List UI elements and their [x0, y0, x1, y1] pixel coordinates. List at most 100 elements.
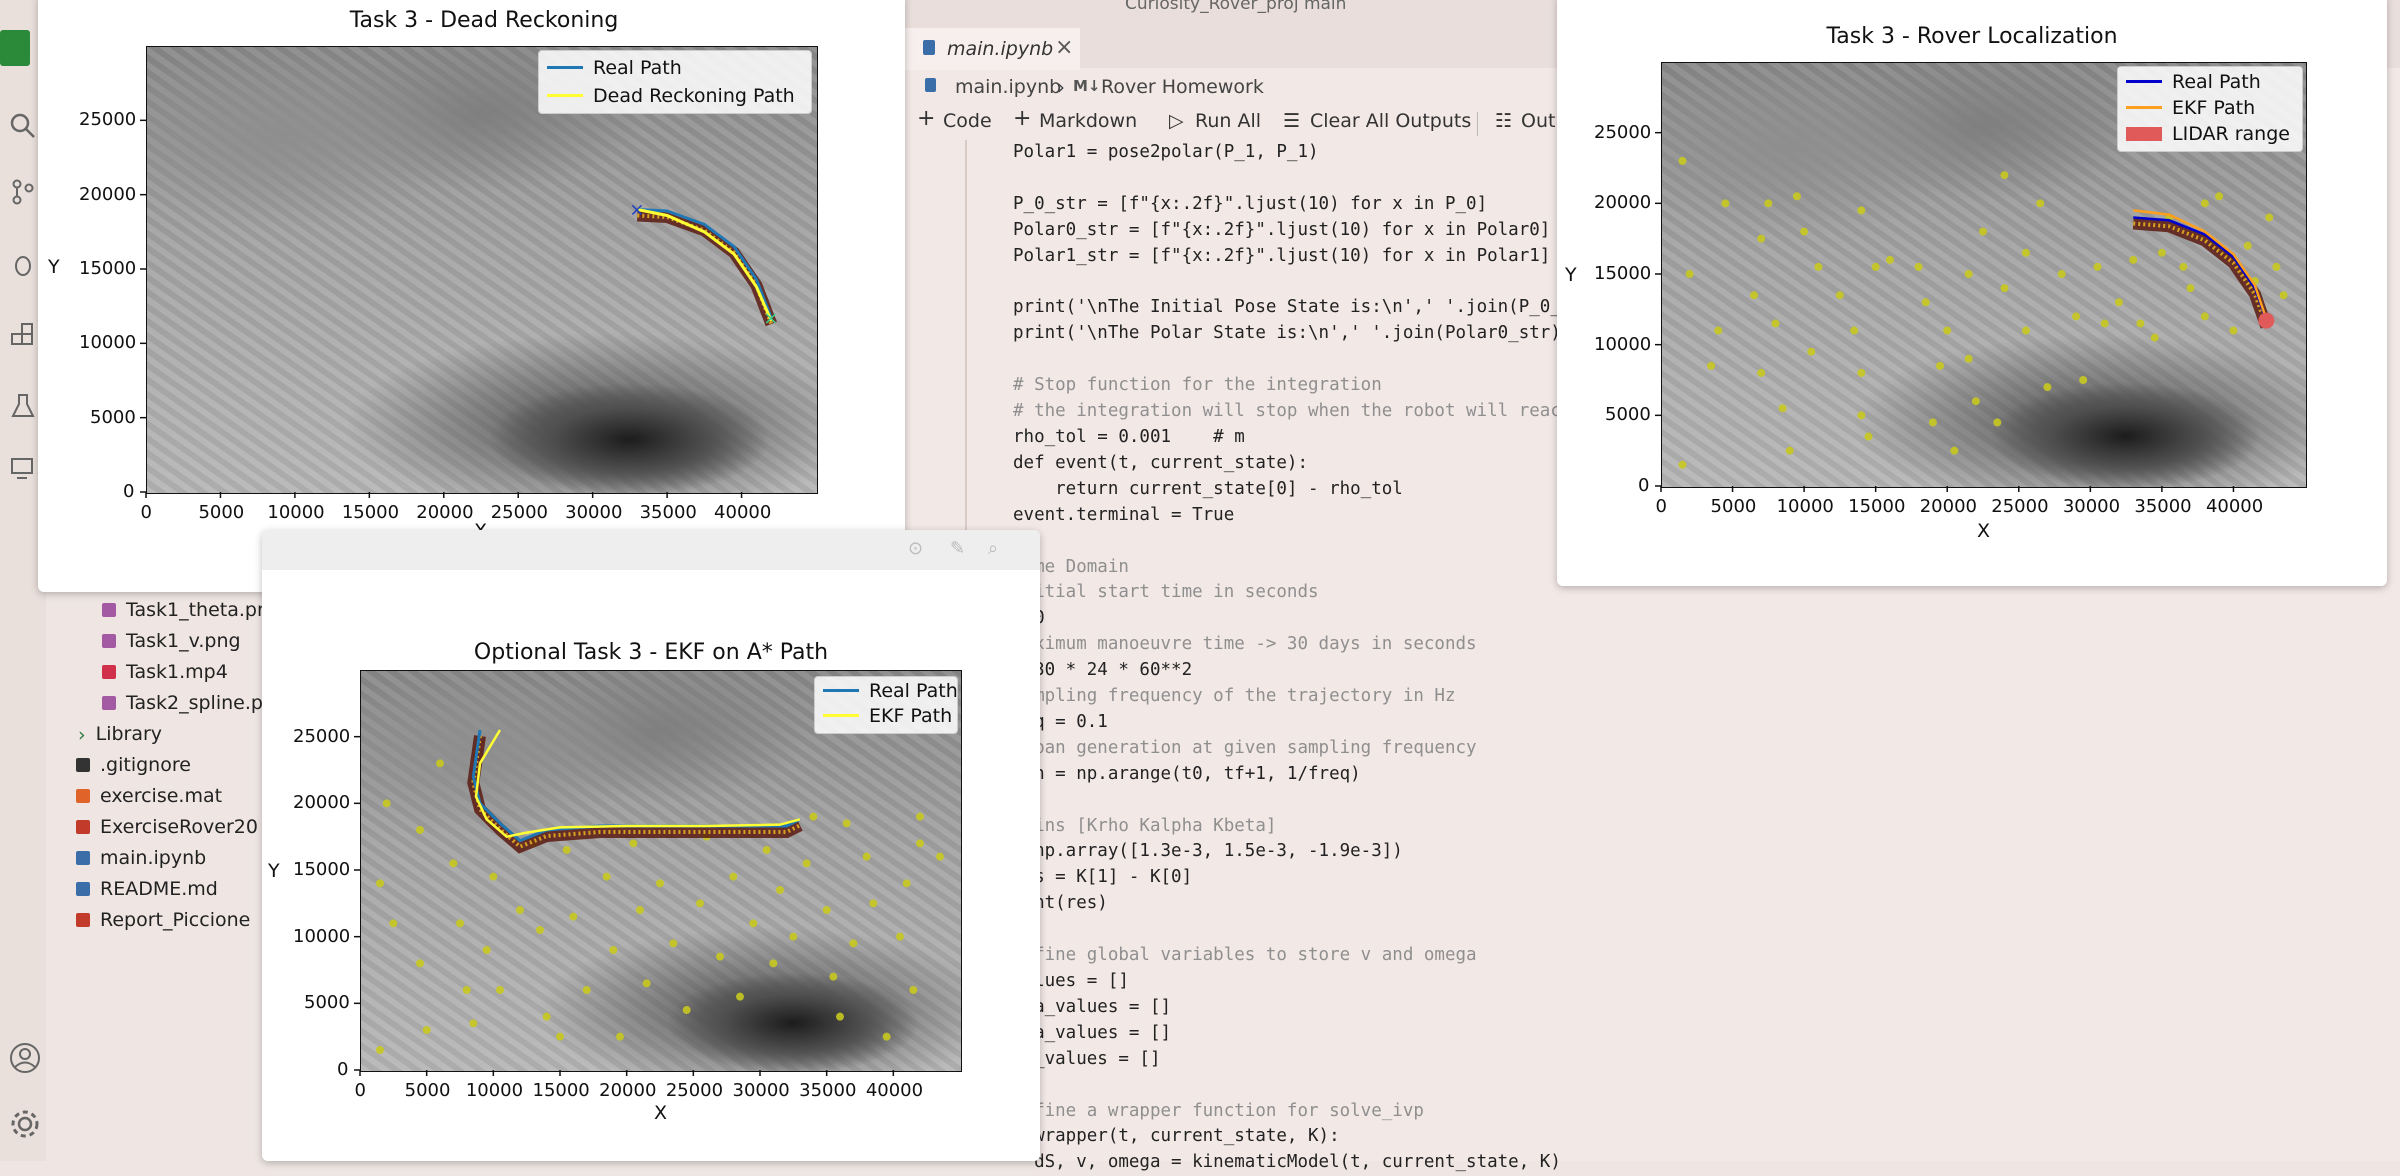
landmark-point — [2129, 255, 2138, 264]
y-tick-label: 15000 — [1594, 263, 1652, 284]
legend: Real Path Dead Reckoning Path — [538, 50, 812, 114]
plus-icon: + — [917, 106, 936, 131]
extensions-icon[interactable] — [9, 322, 37, 350]
landmark-point — [1800, 227, 1809, 236]
figure-ekf-astar: ⊙ ✎ ⌕ Optional Task 3 - EKF on A* Path R… — [262, 530, 1040, 1161]
landmark-point — [2200, 312, 2209, 321]
code-line: dS, v, omega = kinematicModel(t, current… — [1013, 1152, 1561, 1173]
legend-entry-lidar-range: LIDAR range — [2126, 123, 2290, 147]
estimated-path-line — [474, 729, 801, 839]
file-item[interactable]: exercise.mat — [76, 785, 222, 813]
landmark-point — [376, 1046, 384, 1054]
landmark-point — [769, 959, 778, 968]
landmark-point — [376, 879, 384, 888]
plus-icon: + — [1013, 106, 1032, 131]
debug-icon[interactable] — [9, 250, 37, 278]
file-item-label: main.ipynb — [100, 847, 207, 869]
code-cell[interactable]: Polar1 = pose2polar(P_1, P_1) P_0_str = … — [1013, 140, 1571, 1176]
code-line: res = K[1] - K[0] — [1013, 867, 1193, 888]
file-item-label: Task2_spline.p — [126, 692, 263, 714]
landmark-point — [2272, 262, 2281, 271]
landmark-point — [1835, 291, 1844, 300]
landmark-point — [749, 919, 758, 928]
file-item[interactable]: Task2_spline.p — [102, 692, 263, 720]
legend: Real Path EKF Path — [814, 676, 958, 734]
landmark-point — [1936, 361, 1945, 370]
source-control-icon[interactable] — [9, 178, 37, 206]
breadcrumb-section[interactable]: Rover Homework — [1101, 76, 1264, 98]
landmark-point — [776, 886, 784, 894]
image-icon — [102, 603, 116, 617]
start-marker: × — [629, 200, 644, 221]
landmark-point — [556, 1032, 564, 1041]
landmark-point — [842, 819, 851, 828]
landmark-point — [2036, 199, 2045, 208]
figure-rover-localization: Task 3 - Rover Localization Real Path EK… — [1557, 0, 2387, 586]
account-icon[interactable] — [9, 1042, 40, 1073]
legend-entry-real-path: Real Path — [547, 57, 682, 81]
file-item[interactable]: Task1.mp4 — [102, 661, 228, 689]
legend-entry-real-path: Real Path — [823, 680, 958, 704]
landmark-point — [1750, 291, 1759, 300]
file-item[interactable]: Task1_theta.png — [102, 599, 281, 627]
code-line: Define a wrapper function for solve_ivp — [1013, 1100, 1424, 1121]
landmark-point — [2215, 192, 2224, 201]
landmark-point — [2093, 262, 2102, 271]
landmark-point — [2186, 284, 2195, 293]
close-icon[interactable]: × — [1055, 35, 1073, 60]
covariance-band — [467, 735, 803, 854]
add-code-button[interactable]: Code — [943, 110, 992, 132]
testing-icon[interactable] — [9, 392, 37, 420]
code-line: print('\nThe Polar State is:\n',' '.join… — [1013, 323, 1561, 344]
x-tick-label: 40000 — [714, 502, 772, 523]
explorer-icon[interactable] — [0, 30, 30, 66]
window-title: Curiosity_Rover_proj main — [1125, 0, 1347, 14]
x-tick-label: 0 — [140, 502, 152, 523]
tab-main-ipynb[interactable]: main.ipynb × — [905, 28, 1080, 70]
file-item[interactable]: main.ipynb — [76, 847, 206, 875]
chevron-right-icon: › — [1057, 75, 1065, 99]
run-all-button[interactable]: Run All — [1195, 110, 1261, 132]
git-icon — [76, 758, 90, 772]
file-item[interactable]: › Library — [78, 723, 162, 751]
x-tick-label: 25000 — [1991, 496, 2049, 517]
code-line: pha_values = [] — [1013, 1022, 1172, 1043]
landmark-point — [1871, 262, 1880, 271]
landmark-point — [1721, 199, 1730, 208]
settings-gear-icon[interactable] — [9, 1108, 39, 1138]
landmark-point — [1814, 262, 1823, 271]
file-item[interactable]: Task1_v.png — [102, 630, 241, 658]
file-item-label: Task1_theta.png — [126, 599, 282, 621]
outline-button[interactable]: Outl — [1521, 110, 1561, 132]
x-tick-label: 30000 — [2062, 496, 2121, 517]
landmark-point — [2021, 248, 2030, 257]
code-line: he_values = [] — [1013, 1048, 1161, 1069]
landmark-point — [2179, 262, 2188, 271]
legend-entry-ekf-path: EKF Path — [2126, 97, 2255, 121]
landmark-point — [1943, 326, 1952, 335]
y-tick-label: 25000 — [1594, 121, 1652, 143]
landmark-point — [1857, 206, 1866, 215]
landmark-point — [1971, 397, 1980, 406]
file-item[interactable]: ExerciseRover20 — [76, 816, 258, 844]
code-line: print('\nThe Initial Pose State is:\n','… — [1013, 297, 1572, 318]
remote-explorer-icon[interactable] — [9, 455, 37, 483]
file-item[interactable]: README.md — [76, 878, 218, 906]
legend-label: Real Path — [2172, 71, 2261, 93]
landmark-point — [2136, 319, 2145, 328]
clear-outputs-button[interactable]: Clear All Outputs — [1310, 110, 1471, 132]
code-line: = np.array([1.3e-3, 1.5e-3, -1.9e-3]) — [1013, 841, 1403, 862]
video-icon — [102, 665, 116, 679]
plot-svg — [354, 729, 944, 1076]
file-item[interactable]: .gitignore — [76, 754, 191, 782]
landmark-point — [809, 812, 818, 821]
search-icon[interactable] — [9, 112, 37, 140]
breadcrumb-file[interactable]: main.ipynb — [955, 76, 1061, 98]
landmark-point — [1964, 270, 1973, 278]
add-markdown-button[interactable]: Markdown — [1039, 110, 1137, 132]
code-line: Gains [Krho Kalpha Kbeta] — [1013, 815, 1277, 836]
file-item[interactable]: Report_Piccione — [76, 909, 250, 937]
code-line: = 0 — [1013, 606, 1571, 632]
outline-icon: ☷ — [1495, 110, 1513, 132]
landmark-point — [2114, 298, 2123, 307]
